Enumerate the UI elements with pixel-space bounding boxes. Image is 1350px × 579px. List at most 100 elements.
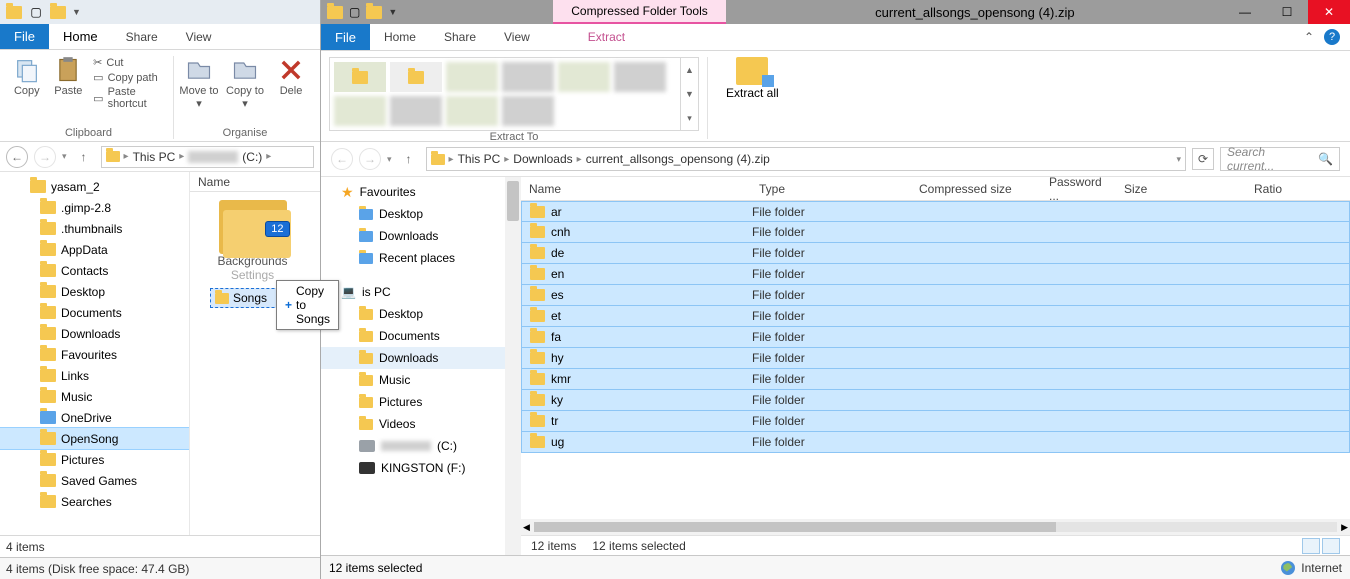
- table-row[interactable]: cnhFile folder: [521, 222, 1350, 243]
- paste-button[interactable]: Paste: [50, 56, 88, 97]
- table-row[interactable]: trFile folder: [521, 411, 1350, 432]
- tree-item[interactable]: Links: [0, 365, 189, 386]
- home-tab[interactable]: Home: [49, 24, 112, 49]
- size-column[interactable]: Size: [1116, 182, 1246, 196]
- tree-item[interactable]: Desktop: [321, 303, 521, 325]
- tree-item[interactable]: Recent places: [321, 247, 521, 269]
- view-tab[interactable]: View: [490, 24, 544, 50]
- extract-tab[interactable]: Extract: [574, 24, 639, 50]
- folder-icon[interactable]: [6, 4, 22, 20]
- tree-item[interactable]: Videos: [321, 413, 521, 435]
- close-button[interactable]: ✕: [1308, 0, 1350, 24]
- table-row[interactable]: ugFile folder: [521, 432, 1350, 453]
- tree-item[interactable]: Saved Games: [0, 470, 189, 491]
- name-column[interactable]: Name: [521, 182, 751, 196]
- delete-button[interactable]: Dele: [270, 56, 312, 97]
- breadcrumb[interactable]: ▸ This PC ▸ (C:) ▸: [101, 146, 314, 168]
- tree-item[interactable]: Music: [0, 386, 189, 407]
- compressed-column[interactable]: Compressed size: [911, 182, 1041, 196]
- view-tab[interactable]: View: [172, 24, 226, 49]
- tree-item[interactable]: Documents: [0, 302, 189, 323]
- address-dropdown-icon[interactable]: ▾: [1176, 154, 1181, 165]
- refresh-button[interactable]: ⟳: [1192, 148, 1214, 170]
- table-row[interactable]: kmrFile folder: [521, 369, 1350, 390]
- tree-item[interactable]: .gimp-2.8: [0, 197, 189, 218]
- maximize-button[interactable]: ☐: [1266, 0, 1308, 24]
- table-row[interactable]: kyFile folder: [521, 390, 1350, 411]
- gallery-up-icon[interactable]: ▲: [681, 58, 698, 82]
- tree-item[interactable]: Downloads: [321, 347, 521, 369]
- tree-item[interactable]: Documents: [321, 325, 521, 347]
- recent-locations-icon[interactable]: ▾: [62, 151, 67, 162]
- tree-item[interactable]: Contacts: [0, 260, 189, 281]
- tree-item[interactable]: Pictures: [321, 391, 521, 413]
- type-column[interactable]: Type: [751, 182, 911, 196]
- tree-item[interactable]: Downloads: [321, 225, 521, 247]
- forward-button[interactable]: →: [359, 148, 381, 170]
- breadcrumb[interactable]: ▸ This PC▸ Downloads▸ current_allsongs_o…: [426, 147, 1186, 171]
- copy-path-button[interactable]: ▭ Copy path: [93, 71, 169, 84]
- file-tab[interactable]: File: [0, 24, 49, 49]
- tree-item[interactable]: Favourites: [0, 344, 189, 365]
- drive-f[interactable]: KINGSTON (F:): [321, 457, 521, 479]
- this-pc-group[interactable]: 💻 is PC: [321, 281, 521, 303]
- tree-item[interactable]: yasam_2: [0, 176, 189, 197]
- forward-button[interactable]: →: [34, 146, 56, 168]
- gallery-more-icon[interactable]: ▾: [681, 106, 698, 130]
- gallery-down-icon[interactable]: ▼: [681, 82, 698, 106]
- tree-item[interactable]: Pictures: [0, 449, 189, 470]
- name-column-header[interactable]: Name: [198, 175, 230, 189]
- table-row[interactable]: enFile folder: [521, 264, 1350, 285]
- up-button[interactable]: ↑: [398, 148, 420, 170]
- qat-dropdown-icon[interactable]: ▼: [388, 7, 397, 17]
- tree-item[interactable]: .thumbnails: [0, 218, 189, 239]
- table-row[interactable]: etFile folder: [521, 306, 1350, 327]
- drive-c[interactable]: (C:): [321, 435, 521, 457]
- nav-tree[interactable]: ★Favourites DesktopDownloadsRecent place…: [321, 177, 521, 555]
- table-row[interactable]: arFile folder: [521, 201, 1350, 222]
- share-tab[interactable]: Share: [430, 24, 490, 50]
- back-button[interactable]: ←: [331, 148, 353, 170]
- new-folder-icon[interactable]: [366, 6, 382, 19]
- minimize-button[interactable]: —: [1224, 0, 1266, 24]
- table-row[interactable]: faFile folder: [521, 327, 1350, 348]
- password-column[interactable]: Password ...: [1041, 175, 1116, 203]
- ratio-column[interactable]: Ratio: [1246, 182, 1321, 196]
- tree-item[interactable]: OneDrive: [0, 407, 189, 428]
- up-button[interactable]: ↑: [73, 146, 95, 168]
- home-tab[interactable]: Home: [370, 24, 430, 50]
- back-button[interactable]: ←: [6, 146, 28, 168]
- tree-scrollbar[interactable]: [505, 177, 521, 555]
- move-to-button[interactable]: Move to▾: [178, 56, 220, 110]
- table-row[interactable]: esFile folder: [521, 285, 1350, 306]
- nav-tree[interactable]: yasam_2.gimp-2.8.thumbnailsAppDataContac…: [0, 172, 190, 535]
- table-row[interactable]: hyFile folder: [521, 348, 1350, 369]
- tree-item[interactable]: Downloads: [0, 323, 189, 344]
- properties-icon[interactable]: ▢: [28, 4, 44, 20]
- cut-button[interactable]: ✂ Cut: [93, 56, 169, 69]
- folder-icon[interactable]: [327, 6, 343, 19]
- tree-item[interactable]: AppData: [0, 239, 189, 260]
- horizontal-scrollbar[interactable]: ◀▶: [521, 519, 1350, 535]
- tree-item[interactable]: Music: [321, 369, 521, 391]
- recent-locations-icon[interactable]: ▾: [387, 154, 392, 165]
- favourites-group[interactable]: ★Favourites: [321, 181, 521, 203]
- content-pane[interactable]: Name 12 Backgrounds Settings Songs + Co: [190, 172, 320, 535]
- file-tab[interactable]: File: [321, 24, 370, 50]
- paste-shortcut-button[interactable]: ▭ Paste shortcut: [93, 86, 169, 110]
- help-icon[interactable]: ?: [1324, 29, 1340, 45]
- extract-to-gallery[interactable]: ▲▼▾: [329, 57, 699, 131]
- search-input[interactable]: Search current... 🔍: [1220, 147, 1340, 171]
- share-tab[interactable]: Share: [112, 24, 172, 49]
- tiles-view-icon[interactable]: [1322, 538, 1340, 554]
- copy-to-button[interactable]: Copy to▾: [224, 56, 266, 110]
- qat-dropdown-icon[interactable]: ▼: [72, 7, 81, 17]
- ribbon-collapse-icon[interactable]: ⌃: [1304, 30, 1314, 44]
- tree-item[interactable]: Desktop: [321, 203, 521, 225]
- properties-icon[interactable]: ▢: [349, 5, 360, 19]
- new-folder-icon[interactable]: [50, 4, 66, 20]
- details-view-icon[interactable]: [1302, 538, 1320, 554]
- tree-item[interactable]: OpenSong: [0, 428, 189, 449]
- tree-item[interactable]: Searches: [0, 491, 189, 512]
- tree-item[interactable]: Desktop: [0, 281, 189, 302]
